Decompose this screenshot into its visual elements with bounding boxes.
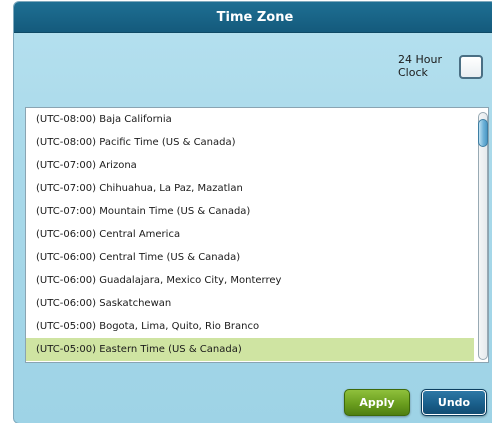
timezone-list-item[interactable]: (UTC-05:00) Eastern Time (US & Canada) — [26, 338, 474, 361]
24-hour-clock-checkbox[interactable] — [459, 55, 483, 79]
timezone-list-item[interactable]: (UTC-07:00) Chihuahua, La Paz, Mazatlan — [26, 177, 474, 200]
timezone-list-item[interactable]: (UTC-05:00) Bogota, Lima, Quito, Rio Bra… — [26, 315, 474, 338]
vertical-scrollbar[interactable] — [478, 112, 488, 360]
timezone-list: (UTC-08:00) Baja California (UTC-08:00) P… — [26, 108, 474, 362]
scrollbar-thumb[interactable] — [478, 119, 488, 147]
timezone-list-item[interactable]: (UTC-08:00) Pacific Time (US & Canada) — [26, 131, 474, 154]
undo-button[interactable]: Undo — [421, 389, 487, 416]
timezone-list-item[interactable]: (UTC-07:00) Mountain Time (US & Canada) — [26, 200, 474, 223]
timezone-listbox[interactable]: (UTC-08:00) Baja California (UTC-08:00) P… — [25, 107, 489, 363]
timezone-list-item[interactable]: (UTC-06:00) Central Time (US & Canada) — [26, 246, 474, 269]
time-zone-dialog: Time Zone 24 Hour Clock (UTC-08:00) Baja… — [13, 1, 492, 423]
clock-label-line1: 24 Hour — [398, 53, 442, 66]
dialog-title: Time Zone — [14, 2, 492, 33]
timezone-list-item[interactable]: (UTC-06:00) Central America — [26, 223, 474, 246]
24-hour-clock-label: 24 Hour Clock — [398, 53, 448, 79]
clock-label-line2: Clock — [398, 66, 428, 79]
apply-button[interactable]: Apply — [344, 389, 410, 416]
timezone-list-item[interactable]: (UTC-06:00) Guadalajara, Mexico City, Mo… — [26, 269, 474, 292]
timezone-list-item[interactable]: (UTC-07:00) Arizona — [26, 154, 474, 177]
timezone-list-item[interactable]: (UTC-06:00) Saskatchewan — [26, 292, 474, 315]
timezone-list-item[interactable]: (UTC-08:00) Baja California — [26, 108, 474, 131]
